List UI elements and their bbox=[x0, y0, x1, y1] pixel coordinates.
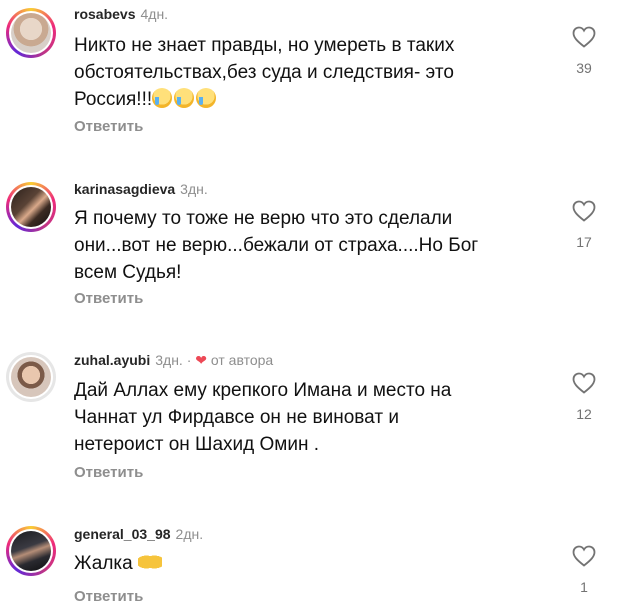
comment-time: 2дн. bbox=[175, 526, 204, 542]
comment-line: обстоятельствах,без суда и следствия- эт… bbox=[74, 62, 454, 83]
comment-line: Дай Аллах ему крепкого Имана и место на bbox=[74, 380, 452, 401]
like-area: 1 bbox=[566, 545, 602, 595]
username[interactable]: general_03_98 bbox=[74, 526, 171, 542]
comment-line: Жалка bbox=[74, 550, 544, 577]
heart-icon[interactable] bbox=[572, 200, 596, 222]
like-area: 17 bbox=[566, 200, 602, 250]
comment-time: 4дн. bbox=[140, 6, 169, 22]
avatar-ring[interactable] bbox=[6, 352, 56, 402]
like-count: 39 bbox=[576, 60, 592, 76]
crying-face-icon bbox=[152, 88, 173, 108]
avatar bbox=[11, 531, 51, 571]
comment-time: 3дн. bbox=[180, 181, 208, 197]
avatar-story-ring[interactable] bbox=[6, 8, 56, 58]
comment-text: Жалка bbox=[74, 550, 544, 577]
comment-line: Чаннат ул Фирдавсе он не виноват и bbox=[74, 407, 399, 428]
heart-filled-icon: ❤ bbox=[195, 352, 207, 368]
like-count: 17 bbox=[576, 234, 592, 250]
open-hands-icon bbox=[138, 552, 162, 572]
comment-line: Никто не знает правды, но умереть в таки… bbox=[74, 35, 455, 56]
crying-face-icon bbox=[196, 88, 217, 108]
comment-line: Я почему то тоже не верю что это сделали bbox=[74, 208, 453, 229]
comment-line: они...вот не верю...бежали от страха....… bbox=[74, 235, 479, 256]
avatar bbox=[11, 187, 51, 227]
comment-line: Россия!!! bbox=[74, 86, 544, 113]
like-area: 12 bbox=[566, 372, 602, 422]
heart-icon[interactable] bbox=[572, 26, 596, 48]
reply-button[interactable]: Ответить bbox=[74, 588, 143, 605]
comment-time: 3дн. bbox=[155, 352, 183, 368]
comment-text: Никто не знает правды, но умереть в таки… bbox=[74, 32, 544, 113]
like-area: 39 bbox=[566, 26, 602, 76]
heart-icon[interactable] bbox=[572, 372, 596, 394]
avatar bbox=[11, 357, 51, 397]
comment-line: всем Судья! bbox=[74, 262, 182, 283]
username[interactable]: rosabevs bbox=[74, 6, 135, 22]
username[interactable]: zuhal.ayubi bbox=[74, 352, 150, 368]
username[interactable]: karinasagdieva bbox=[74, 181, 175, 197]
comment-text: Я почему то тоже не верю что это сделали… bbox=[74, 205, 544, 286]
heart-icon[interactable] bbox=[572, 545, 596, 567]
like-count: 1 bbox=[580, 579, 588, 595]
avatar-story-ring[interactable] bbox=[6, 526, 56, 576]
reply-button[interactable]: Ответить bbox=[74, 290, 143, 307]
comment-line: нетероист он Шахид Омин . bbox=[74, 434, 320, 455]
reply-button[interactable]: Ответить bbox=[74, 464, 143, 481]
reply-button[interactable]: Ответить bbox=[74, 118, 143, 135]
separator-dot: · bbox=[186, 352, 192, 368]
avatar bbox=[11, 13, 51, 53]
avatar-story-ring[interactable] bbox=[6, 182, 56, 232]
liked-by-author-label: от автора bbox=[210, 352, 274, 368]
like-count: 12 bbox=[576, 406, 592, 422]
comment-text: Дай Аллах ему крепкого Имана и место на … bbox=[74, 377, 544, 458]
crying-face-icon bbox=[174, 88, 195, 108]
